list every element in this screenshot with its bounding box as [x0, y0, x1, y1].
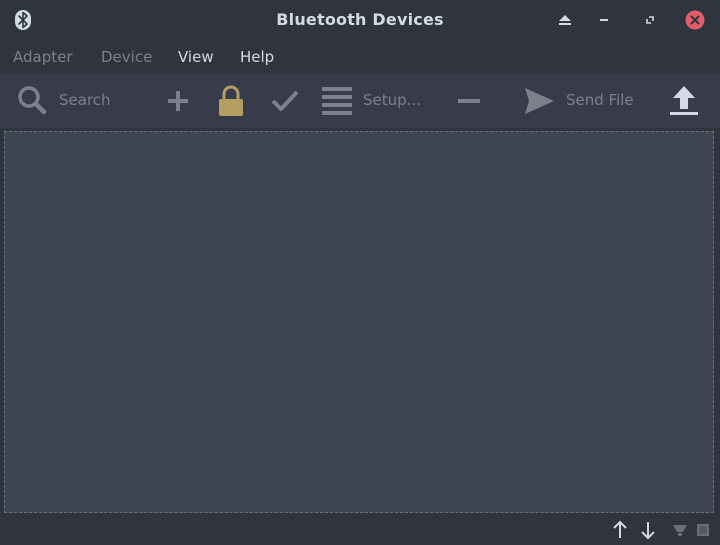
- close-icon[interactable]: [685, 10, 705, 30]
- menu-help[interactable]: Help: [240, 47, 274, 67]
- plus-icon: [168, 91, 188, 111]
- list-icon: [322, 87, 352, 115]
- menubar: Adapter Device View Help: [0, 40, 720, 74]
- arrow-up-icon: [613, 520, 627, 538]
- search-icon: [18, 86, 47, 115]
- upload-button[interactable]: [664, 74, 704, 128]
- shade-icon[interactable]: [555, 10, 575, 30]
- add-device-button[interactable]: [160, 74, 196, 128]
- arrow-down-icon: [641, 522, 655, 540]
- checkmark-icon: [271, 90, 299, 111]
- lock-icon: [219, 85, 243, 116]
- menu-adapter[interactable]: Adapter: [13, 47, 73, 67]
- search-button[interactable]: Search: [10, 74, 120, 128]
- send-file-label: Send File: [566, 91, 634, 109]
- search-label: Search: [59, 91, 111, 109]
- remove-device-button[interactable]: [450, 74, 488, 128]
- pair-button[interactable]: [212, 74, 250, 128]
- power-icon: [697, 524, 709, 536]
- send-file-button[interactable]: Send File: [518, 74, 643, 128]
- upload-icon: [670, 86, 698, 115]
- minus-icon: [458, 99, 480, 103]
- trust-button[interactable]: [266, 74, 304, 128]
- titlebar[interactable]: Bluetooth Devices: [0, 0, 720, 40]
- menu-device[interactable]: Device: [101, 47, 152, 67]
- device-list[interactable]: [4, 131, 714, 513]
- toolbar: Search Setup... Send File: [0, 74, 720, 128]
- statusbar: [0, 515, 720, 545]
- bluetooth-devices-window: Bluetooth Devices Adapter Device View He…: [0, 0, 720, 545]
- menu-view[interactable]: View: [178, 47, 214, 67]
- minimize-icon[interactable]: [594, 10, 614, 30]
- maximize-icon[interactable]: [640, 10, 660, 30]
- setup-label: Setup...: [363, 91, 421, 109]
- setup-button[interactable]: Setup...: [318, 74, 428, 128]
- network-icon: [673, 525, 687, 536]
- send-icon: [525, 88, 554, 114]
